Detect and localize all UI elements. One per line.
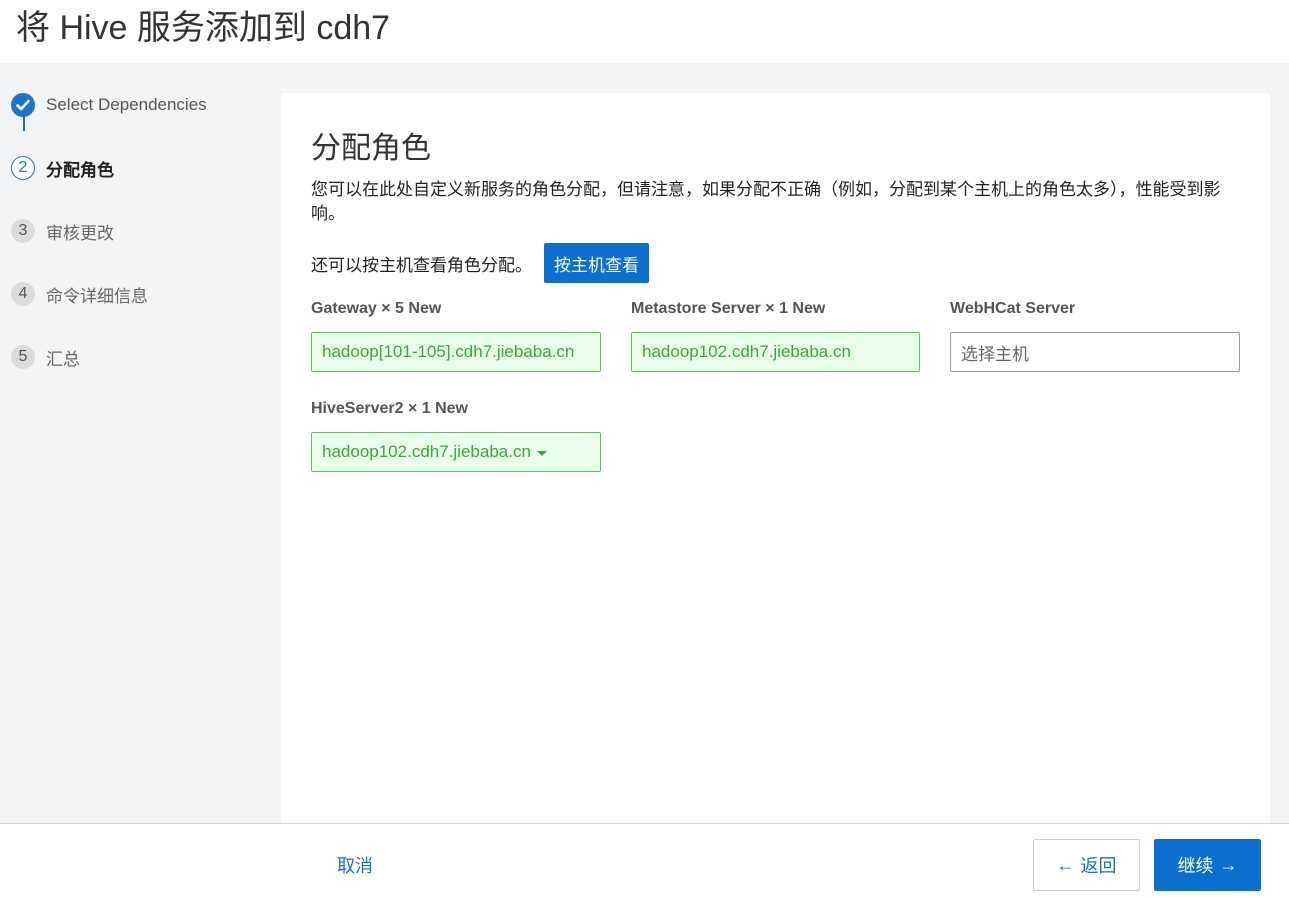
back-button[interactable]: ← 返回	[1033, 839, 1140, 891]
step-assign-roles: 2 分配角色	[11, 155, 114, 181]
cancel-link[interactable]: 取消	[337, 852, 373, 878]
role-label: Gateway × 5 New	[311, 300, 442, 317]
step-command-details: 4 命令详细信息	[11, 281, 148, 307]
selected-host: hadoop102.cdh7.jiebaba.cn	[322, 442, 531, 461]
check-icon	[11, 93, 35, 117]
step-label: 汇总	[46, 349, 80, 369]
arrow-right-icon: →	[1219, 854, 1238, 875]
gateway-host-selector[interactable]: hadoop[101-105].cdh7.jiebaba.cn	[311, 332, 601, 372]
view-by-host-text: 还可以按主机查看角色分配。	[311, 255, 532, 275]
step-label: Select Dependencies	[46, 95, 207, 114]
arrow-left-icon: ←	[1056, 854, 1075, 875]
step-number: 2	[11, 156, 35, 180]
section-title: 分配角色	[311, 132, 431, 165]
page-title: 将 Hive 服务添加到 cdh7	[16, 9, 391, 47]
view-by-host-row: 还可以按主机查看角色分配。 按主机查看	[311, 243, 649, 283]
role-metastore-server: Metastore Server × 1 New hadoop102.cdh7.…	[631, 300, 920, 372]
step-label: 审核更改	[46, 223, 114, 243]
webhcat-host-selector[interactable]: 选择主机	[950, 332, 1240, 372]
role-hiveserver2: HiveServer2 × 1 New hadoop102.cdh7.jieba…	[311, 400, 601, 472]
step-review-changes: 3 审核更改	[11, 218, 114, 244]
step-label: 分配角色	[46, 160, 114, 180]
page-header: 将 Hive 服务添加到 cdh7	[0, 0, 1289, 63]
metastore-host-selector[interactable]: hadoop102.cdh7.jiebaba.cn	[631, 332, 920, 372]
view-by-host-button[interactable]: 按主机查看	[544, 243, 649, 283]
description-text: 您可以在此处自定义新服务的角色分配，但请注意，如果分配不正确（例如，分配到某个主…	[311, 180, 1221, 223]
wizard-body: Select Dependencies 2 分配角色 3 审核更改 4 命令详细…	[0, 63, 1289, 823]
role-label: Metastore Server × 1 New	[631, 300, 826, 317]
step-number: 5	[11, 345, 35, 369]
role-gateway: Gateway × 5 New hadoop[101-105].cdh7.jie…	[311, 300, 601, 372]
role-label: WebHCat Server	[950, 300, 1076, 317]
role-label: HiveServer2 × 1 New	[311, 400, 468, 417]
back-label: 返回	[1080, 856, 1117, 876]
assign-roles-panel: 分配角色 您可以在此处自定义新服务的角色分配，但请注意，如果分配不正确（例如，分…	[281, 93, 1270, 823]
step-summary: 5 汇总	[11, 344, 80, 370]
wizard-footer: 取消 ← 返回 继续 →	[0, 823, 1289, 897]
continue-button[interactable]: 继续 →	[1154, 839, 1261, 891]
continue-label: 继续	[1177, 856, 1214, 876]
step-number: 4	[11, 282, 35, 306]
step-select-dependencies[interactable]: Select Dependencies	[11, 92, 207, 118]
role-webhcat-server: WebHCat Server 选择主机	[950, 300, 1240, 372]
step-number: 3	[11, 219, 35, 243]
hiveserver2-host-selector[interactable]: hadoop102.cdh7.jiebaba.cn	[311, 432, 601, 472]
wizard-steps: Select Dependencies 2 分配角色 3 审核更改 4 命令详细…	[0, 63, 280, 823]
caret-down-icon	[536, 450, 547, 456]
step-label: 命令详细信息	[46, 286, 148, 306]
